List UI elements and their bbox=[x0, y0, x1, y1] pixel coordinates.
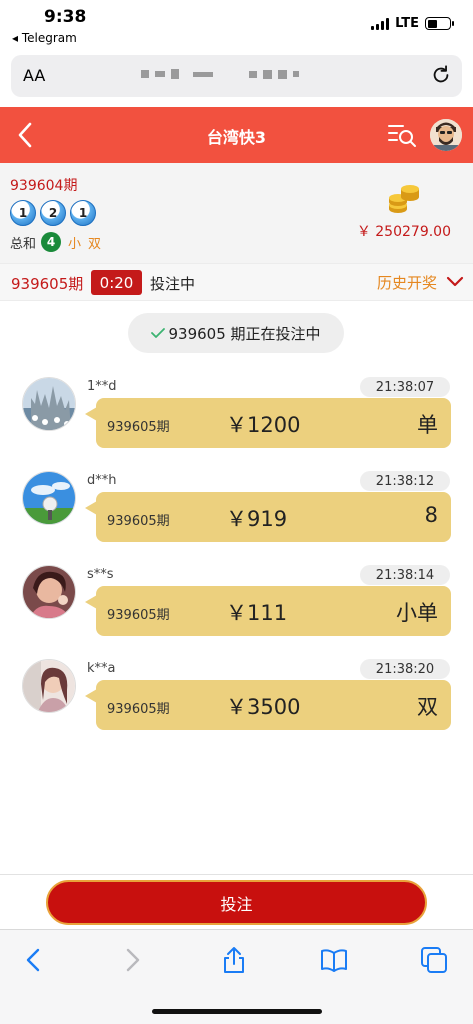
balance-amount: ￥ 250279.00 bbox=[356, 224, 451, 240]
text-size-button[interactable]: AA bbox=[23, 66, 45, 85]
address-bar[interactable]: AA bbox=[11, 55, 462, 97]
bet-choice: 8 bbox=[424, 503, 438, 527]
bet-message: k**a 21:38:20 939605期 ￥3500 双 bbox=[0, 659, 473, 739]
network-label: LTE bbox=[395, 16, 419, 31]
share-icon[interactable] bbox=[220, 946, 248, 974]
bet-period: 939605期 bbox=[107, 420, 170, 435]
place-bet-button[interactable]: 投注 bbox=[46, 880, 427, 925]
size-tag: 小 bbox=[68, 236, 82, 252]
bet-amount: ￥919 bbox=[226, 507, 288, 531]
browser-back-icon[interactable] bbox=[20, 946, 48, 974]
countdown-timer: 0:20 bbox=[91, 270, 142, 295]
browser-forward-icon[interactable] bbox=[118, 946, 146, 974]
check-icon bbox=[151, 328, 166, 338]
bet-period: 939605期 bbox=[107, 702, 170, 717]
history-draws-link[interactable]: 历史开奖 bbox=[377, 272, 437, 293]
bet-amount: ￥1200 bbox=[226, 413, 301, 437]
bet-time: 21:38:07 bbox=[360, 377, 450, 397]
list-search-icon[interactable] bbox=[387, 122, 417, 148]
result-ball: 1 bbox=[10, 200, 36, 226]
status-time: 9:38 bbox=[44, 7, 87, 27]
notice-text: 939605 期正在投注中 bbox=[168, 324, 321, 343]
betting-notice: 939605 期正在投注中 bbox=[128, 313, 344, 353]
reload-icon[interactable] bbox=[430, 64, 452, 86]
bet-message: s**s 21:38:14 939605期 ￥111 小单 bbox=[0, 565, 473, 645]
bet-username: s**s bbox=[87, 567, 114, 582]
bet-choice: 小单 bbox=[396, 601, 438, 625]
bet-bubble: 939605期 ￥1200 单 bbox=[85, 398, 451, 448]
bet-username: k**a bbox=[87, 661, 116, 676]
bet-amount: ￥3500 bbox=[226, 695, 301, 719]
bottom-action-bar: 投注 bbox=[0, 874, 473, 929]
signal-icon bbox=[371, 17, 390, 30]
user-avatar bbox=[22, 565, 76, 619]
current-period: 939605期 bbox=[11, 275, 84, 293]
sum-label: 总和 bbox=[10, 236, 37, 252]
tabs-icon[interactable] bbox=[420, 946, 448, 974]
browser-address-area: AA bbox=[0, 50, 473, 106]
betting-state: 投注中 bbox=[150, 275, 196, 293]
bet-bubble: 939605期 ￥3500 双 bbox=[85, 680, 451, 730]
sum-row: 总和 4 小 双 bbox=[10, 232, 101, 252]
bet-username: d**h bbox=[87, 473, 117, 488]
user-avatar bbox=[22, 377, 76, 431]
bookmarks-icon[interactable] bbox=[320, 946, 348, 974]
bet-choice: 单 bbox=[417, 413, 438, 437]
back-to-telegram-link[interactable]: ◂ Telegram bbox=[12, 31, 77, 45]
parity-tag: 双 bbox=[88, 236, 102, 252]
result-ball: 2 bbox=[40, 200, 66, 226]
blurred-url bbox=[141, 69, 299, 79]
bet-time: 21:38:14 bbox=[360, 565, 450, 585]
bet-username: 1**d bbox=[87, 379, 117, 394]
status-indicators: LTE bbox=[371, 16, 454, 31]
chevron-down-icon[interactable] bbox=[446, 276, 464, 288]
result-ball: 1 bbox=[70, 200, 96, 226]
last-draw-period: 939604期 bbox=[10, 178, 78, 194]
app-header: 台湾快3 bbox=[0, 107, 473, 163]
bet-amount: ￥111 bbox=[226, 601, 288, 625]
bet-message: 1**d 21:38:07 939605期 ￥1200 单 bbox=[0, 377, 473, 457]
current-period-row: 939605期 0:20 投注中 历史开奖 bbox=[0, 263, 473, 301]
coins-icon bbox=[389, 185, 419, 213]
bet-time: 21:38:20 bbox=[360, 659, 450, 679]
result-balls: 1 2 1 bbox=[10, 200, 96, 226]
battery-icon bbox=[425, 17, 454, 30]
bet-period: 939605期 bbox=[107, 608, 170, 623]
home-indicator bbox=[152, 1009, 322, 1014]
bet-bubble: 939605期 ￥919 8 bbox=[85, 492, 451, 542]
bet-time: 21:38:12 bbox=[360, 471, 450, 491]
status-bar: 9:38 ◂ Telegram LTE bbox=[0, 0, 473, 50]
user-avatar bbox=[22, 471, 76, 525]
bet-bubble: 939605期 ￥111 小单 bbox=[85, 586, 451, 636]
sum-value: 4 bbox=[41, 232, 62, 252]
user-avatar bbox=[22, 659, 76, 713]
bet-period: 939605期 bbox=[107, 514, 170, 529]
bet-choice: 双 bbox=[417, 695, 438, 719]
user-avatar-icon[interactable] bbox=[430, 119, 462, 151]
bet-message: d**h 21:38:12 939605期 ￥919 8 bbox=[0, 471, 473, 551]
